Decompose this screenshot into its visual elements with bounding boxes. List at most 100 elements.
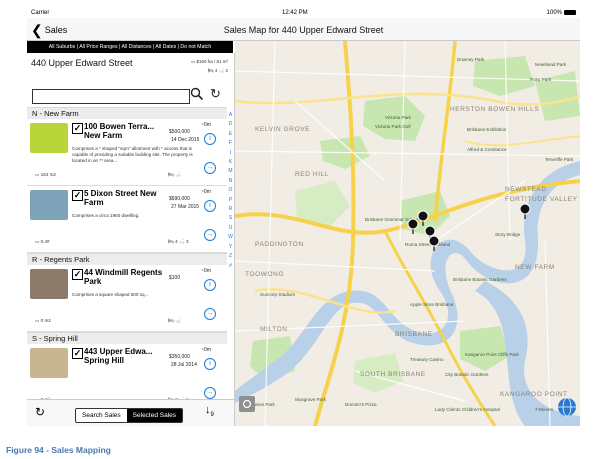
map-label: Alfred & Constance (467, 147, 507, 152)
sale-date: 27 Mar 2015 (171, 204, 200, 210)
info-button[interactable]: i (204, 358, 216, 370)
sale-row[interactable]: ✓ 443 Upper Edwa... Spring Hill $350,000 28… (27, 344, 227, 399)
sort-icon[interactable]: ↓9 (205, 404, 214, 418)
index-letter[interactable]: P (227, 196, 234, 205)
index-letter[interactable]: Z (227, 252, 234, 261)
distance-label: ~0m (201, 122, 211, 128)
index-letter[interactable]: Y (227, 243, 234, 252)
reload-icon[interactable]: ↻ (35, 405, 45, 419)
status-bar: Carrier 12:42 PM 100% (27, 8, 580, 18)
index-letter[interactable]: # (227, 262, 234, 271)
index-letter[interactable]: S (227, 214, 234, 223)
search-icon[interactable] (190, 87, 204, 101)
index-letter[interactable]: M (227, 167, 234, 176)
index-letter[interactable]: D (227, 120, 234, 129)
map-label: BRISBANE (395, 331, 433, 338)
navigate-button[interactable]: → (204, 229, 216, 241)
sales-map[interactable]: Downey Park Newstead Park Pony Park KELVIN … (235, 41, 580, 426)
select-checkbox[interactable]: ✓ (72, 269, 83, 280)
property-title: 44 Windmill Regents Park (84, 268, 163, 286)
sale-price: $500,000 (169, 129, 190, 135)
sale-row[interactable]: ✓ 5 Dixon Street New Farm $690,000 27 Mar 2… (27, 186, 227, 253)
index-letter[interactable]: U (227, 224, 234, 233)
map-label: MILTON (260, 326, 288, 333)
sale-date: 14 Dec 2015 (171, 137, 200, 143)
map-label: NEWSTEAD (505, 186, 547, 193)
sale-price: $100 (169, 275, 181, 281)
map-label: NEW FARM (515, 264, 555, 271)
map-label: Roma Street Parkland (405, 242, 451, 247)
sale-row[interactable]: ✓ 100 Bowen Terra... New Farm $500,000 14 D… (27, 119, 227, 186)
info-button[interactable]: i (204, 279, 216, 291)
index-letter[interactable]: R (227, 205, 234, 214)
land-size-value: 164 m2 (40, 172, 56, 177)
section-header: R - Regents Park (27, 253, 227, 265)
map-label: Teneriffe Park (545, 157, 574, 162)
baths-value: 3 (185, 239, 189, 244)
map-label: Pony Park (530, 77, 552, 82)
navigate-button[interactable]: → (204, 162, 216, 174)
distance-label: ~0m (201, 268, 211, 274)
distance-label: ~0m (201, 189, 211, 195)
sale-price: $350,000 (169, 354, 190, 360)
index-letter[interactable]: A (227, 111, 234, 120)
room-counts: 🛏 🛁 (168, 318, 181, 324)
index-letter[interactable]: I (227, 149, 234, 158)
map-label: Downey Park (457, 57, 485, 62)
room-counts: 🛏 🛁 (168, 172, 181, 178)
map-label: Brisbane Exhibition (467, 127, 507, 132)
ipad-screen: Carrier 12:42 PM 100% ❮ Sales Sales Map f… (27, 8, 580, 426)
search-sales-tab[interactable]: Search Sales (76, 409, 127, 422)
map-label: Suncorp Stadium (260, 292, 295, 297)
property-title: 100 Bowen Terra... New Farm (84, 122, 155, 140)
locate-me-icon[interactable] (239, 396, 255, 412)
property-photo (30, 348, 68, 378)
bed-icon: 🛏 (207, 68, 214, 73)
figure-caption: Figure 94 - Sales Mapping (6, 445, 111, 455)
distance-label: ~0m (201, 347, 211, 353)
map-label: FORTITUDE VALLEY (505, 196, 578, 203)
property-photo (30, 190, 68, 220)
navigate-button[interactable]: → (204, 387, 216, 399)
navigation-bar: ❮ Sales Sales Map for 440 Upper Edward St… (27, 18, 580, 41)
subject-beds: 4 (214, 68, 218, 73)
index-letter[interactable]: O (227, 186, 234, 195)
sale-row[interactable]: ✓ 44 Windmill Regents Park $100 ~0m Comprise… (27, 265, 227, 332)
subject-property-header: 440 Upper Edward Street ▭ $160 ha / 81 m… (30, 57, 230, 81)
map-label: Kangaroo Point Cliffs Park (465, 352, 519, 357)
navigate-button[interactable]: → (204, 308, 216, 320)
globe-icon[interactable] (558, 397, 576, 417)
select-checkbox[interactable]: ✓ (72, 348, 83, 359)
select-checkbox[interactable]: ✓ (72, 123, 83, 134)
sales-list: N - New Farm ✓ 100 Bowen Terra... New Farm… (27, 107, 227, 399)
land-area-icon: ▭ (190, 59, 196, 64)
subject-meta: ▭ $160 ha / 81 m² 🛏 4 🛁 2 (191, 57, 228, 75)
info-button[interactable]: i (204, 200, 216, 212)
map-label: Brisbane Botanic Gardens (453, 277, 507, 282)
map-label: Victoria Park (385, 115, 412, 120)
index-letter[interactable]: F (227, 139, 234, 148)
index-letter[interactable]: N (227, 177, 234, 186)
select-checkbox[interactable]: ✓ (72, 190, 83, 201)
map-label: Musgrave Park (295, 397, 327, 402)
sale-price: $690,000 (169, 196, 190, 202)
property-description: Comprises a square shaped 500 sq... (72, 292, 149, 297)
room-counts: 🛏 4 🛁 3 (168, 239, 189, 245)
sales-segmented-control: Search Sales Selected Sales (75, 408, 184, 423)
index-letter[interactable]: K (227, 158, 234, 167)
search-input[interactable] (32, 89, 190, 104)
sort-sub: 9 (210, 412, 214, 419)
property-title: 443 Upper Edwa... Spring Hill (84, 347, 153, 365)
map-label: City Botanic Gardens (445, 372, 489, 377)
refresh-icon[interactable]: ↻ (210, 86, 221, 102)
filter-summary-bar[interactable]: All Suburbs | All Price Ranges | All Dis… (27, 41, 233, 53)
battery-percent: 100% (546, 10, 562, 17)
index-letter[interactable]: E (227, 130, 234, 139)
subject-baths: 2 (225, 68, 228, 73)
selected-sales-tab[interactable]: Selected Sales (126, 409, 183, 422)
section-index[interactable]: A D E F I K M N O P R S U W Y Z # (227, 111, 234, 391)
map-label: Treasury Casino (410, 357, 444, 362)
info-button[interactable]: i (204, 133, 216, 145)
land-size: ▭ 164 m2 (35, 172, 56, 178)
index-letter[interactable]: W (227, 233, 234, 242)
